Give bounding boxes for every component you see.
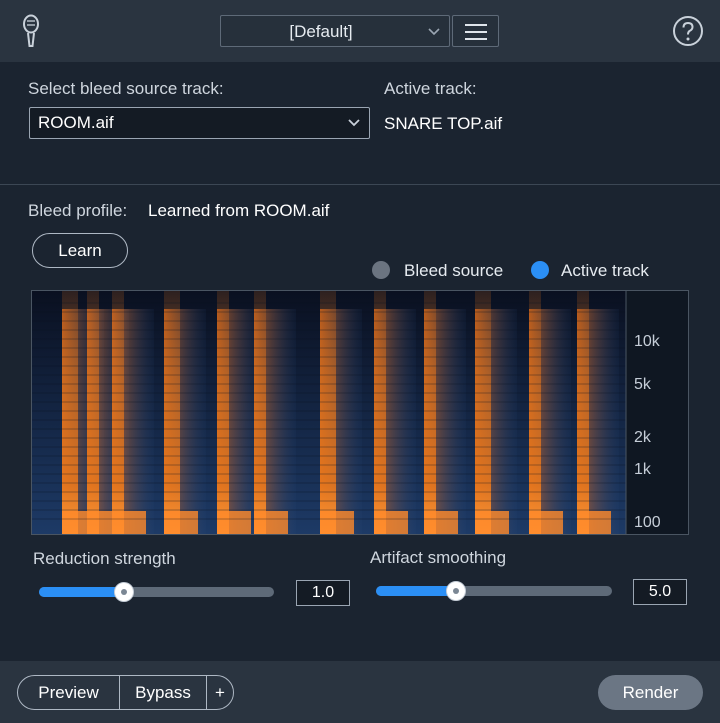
preview-bypass-group: Preview Bypass + bbox=[17, 675, 234, 710]
render-button[interactable]: Render bbox=[598, 675, 703, 710]
spectrogram-image bbox=[32, 291, 688, 534]
spectrogram-transient bbox=[254, 291, 266, 534]
bleed-source-dot bbox=[372, 261, 390, 279]
artifact-smoothing-value[interactable]: 5.0 bbox=[633, 579, 687, 605]
active-track-dot bbox=[531, 261, 549, 279]
bleed-profile-value: Learned from ROOM.aif bbox=[148, 201, 330, 220]
reduction-strength-value[interactable]: 1.0 bbox=[296, 580, 350, 606]
learn-button[interactable]: Learn bbox=[32, 233, 128, 268]
spectrogram-transient bbox=[320, 291, 336, 534]
artifact-smoothing-slider[interactable] bbox=[376, 581, 612, 601]
spectrogram-transient bbox=[164, 291, 180, 534]
reduction-strength-label: Reduction strength bbox=[33, 549, 176, 568]
spectrogram-transient bbox=[217, 291, 229, 534]
spectrogram-low-energy bbox=[112, 511, 146, 534]
bypass-button[interactable]: Bypass bbox=[120, 676, 206, 709]
add-button[interactable]: + bbox=[207, 676, 233, 709]
freq-tick-10k: 10k bbox=[634, 333, 660, 350]
spectrogram-low-energy bbox=[320, 511, 354, 534]
spectrogram-transient bbox=[424, 291, 436, 534]
reduction-strength-slider[interactable] bbox=[39, 582, 274, 602]
freq-tick-1k: 1k bbox=[634, 461, 651, 478]
spectrogram-transient bbox=[577, 291, 589, 534]
chevron-down-icon bbox=[348, 119, 360, 127]
reduction-strength-fill bbox=[39, 587, 124, 597]
freq-tick-2k: 2k bbox=[634, 429, 651, 446]
help-icon[interactable] bbox=[672, 15, 704, 47]
artifact-smoothing-fill bbox=[376, 586, 457, 596]
artifact-smoothing-label: Artifact smoothing bbox=[370, 548, 507, 567]
top-bar: [Default] bbox=[0, 0, 720, 62]
spectrogram-transient bbox=[62, 291, 78, 534]
preset-menu-button[interactable] bbox=[452, 15, 499, 47]
spectrogram-low-energy bbox=[529, 511, 563, 534]
artifact-smoothing-knob[interactable] bbox=[446, 581, 467, 601]
spectrogram-low-energy bbox=[424, 511, 458, 534]
reduction-strength-knob[interactable] bbox=[113, 582, 134, 602]
spectrogram-transient bbox=[529, 291, 541, 534]
freq-tick-5k: 5k bbox=[634, 376, 651, 393]
spectrogram-transient bbox=[112, 291, 124, 534]
spectrogram-low-energy bbox=[164, 511, 198, 534]
spectrogram-low-energy bbox=[217, 511, 251, 534]
bleed-source-legend: Bleed source bbox=[404, 261, 504, 280]
active-track-legend: Active track bbox=[561, 261, 649, 280]
source-track-label: Select bleed source track: bbox=[28, 79, 224, 98]
section-divider bbox=[0, 184, 720, 185]
preview-button[interactable]: Preview bbox=[18, 676, 119, 709]
freq-tick-100: 100 bbox=[634, 514, 661, 531]
active-track-label: Active track: bbox=[384, 79, 477, 98]
spectrogram-low-energy bbox=[374, 511, 408, 534]
spectrogram-display: 10k 5k 2k 1k 100 bbox=[31, 290, 689, 535]
source-track-value: ROOM.aif bbox=[38, 113, 114, 132]
spectrogram-low-energy bbox=[577, 511, 611, 534]
bleed-profile-label: Bleed profile: bbox=[28, 201, 128, 220]
spectrogram-transient bbox=[87, 291, 99, 534]
preset-value: [Default] bbox=[289, 22, 353, 41]
hamburger-menu-icon bbox=[465, 24, 487, 40]
spectrogram-transient bbox=[475, 291, 491, 534]
chevron-down-icon bbox=[428, 28, 440, 36]
spectrogram-low-energy bbox=[475, 511, 509, 534]
spectrogram-low-energy bbox=[254, 511, 288, 534]
active-track-value: SNARE TOP.aif bbox=[384, 114, 503, 133]
spectrogram-transient bbox=[374, 291, 386, 534]
microphone-icon[interactable] bbox=[18, 14, 44, 48]
source-track-select[interactable]: ROOM.aif bbox=[29, 107, 370, 139]
preset-dropdown[interactable]: [Default] bbox=[220, 15, 450, 47]
